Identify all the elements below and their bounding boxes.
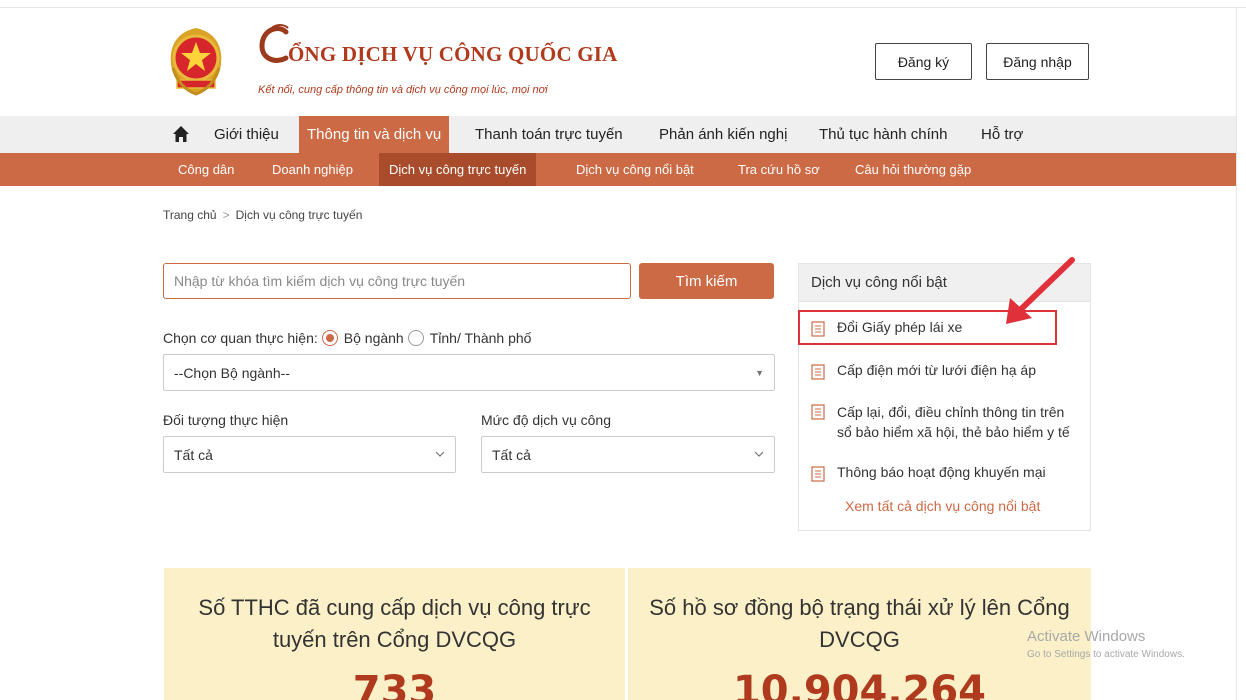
radio-ministry[interactable] xyxy=(321,330,338,346)
level-select-value: Tất cả xyxy=(492,446,531,463)
stat-value: 733 xyxy=(352,668,437,700)
featured-item[interactable]: Thông báo hoạt động khuyến mại xyxy=(811,464,1046,482)
stat-card-procedures: Số TTHC đã cung cấp dịch vụ công trực tu… xyxy=(164,568,625,700)
breadcrumb-separator: > xyxy=(222,208,230,222)
breadcrumb: Trang chủ > Dịch vụ công trực tuyến xyxy=(163,208,362,222)
level-select[interactable]: Tất cả xyxy=(481,436,775,473)
main-nav: Giới thiệu Thông tin và dịch vụ Thanh to… xyxy=(0,116,1236,153)
featured-item[interactable]: Cấp điện mới từ lưới điện hạ áp xyxy=(811,362,1036,380)
document-icon xyxy=(811,404,825,420)
window-top-edge xyxy=(0,0,1246,8)
chevron-down-icon xyxy=(435,451,445,457)
subnav-cong-dan[interactable]: Công dân xyxy=(168,153,244,186)
national-emblem-icon[interactable] xyxy=(163,24,229,100)
window-right-edge xyxy=(1236,8,1237,700)
nav-item-phan-anh-kien-nghi[interactable]: Phản ánh kiến nghị xyxy=(651,116,795,153)
featured-item-label: Thông báo hoạt động khuyến mại xyxy=(837,464,1046,480)
arrow-annotation-icon xyxy=(1006,257,1075,324)
site-slogan: Kết nối, cung cấp thông tin và dịch vụ c… xyxy=(258,84,548,96)
level-label: Mức độ dịch vụ công xyxy=(481,412,611,428)
nav-item-thanh-toan-truc-tuyen[interactable]: Thanh toán trực tuyến xyxy=(467,116,631,153)
chevron-down-icon xyxy=(754,451,764,457)
featured-item-label: Cấp điện mới từ lưới điện hạ áp xyxy=(837,362,1036,378)
agency-label: Chọn cơ quan thực hiện: xyxy=(163,330,318,346)
nav-item-gioi-thieu[interactable]: Giới thiệu xyxy=(206,116,287,153)
nav-item-thong-tin-va-dich-vu[interactable]: Thông tin và dịch vụ xyxy=(299,116,450,153)
target-select-value: Tất cả xyxy=(174,446,213,463)
caret-down-icon: ▼ xyxy=(755,368,764,378)
register-button[interactable]: Đăng ký xyxy=(875,43,972,80)
agency-selector: Chọn cơ quan thực hiện: Bộ ngành Tỉnh/ T… xyxy=(163,330,531,346)
nav-item-thu-tuc-hanh-chinh[interactable]: Thủ tục hành chính xyxy=(811,116,955,153)
subnav-dich-vu-cong-noi-bat[interactable]: Dịch vụ công nổi bật xyxy=(566,153,704,186)
windows-activation-watermark: Activate Windows Go to Settings to activ… xyxy=(1027,628,1185,660)
subnav-doanh-nghiep[interactable]: Doanh nghiệp xyxy=(262,153,363,186)
document-icon xyxy=(811,466,825,482)
search-button[interactable]: Tìm kiếm xyxy=(639,263,774,299)
watermark-line2: Go to Settings to activate Windows. xyxy=(1027,649,1185,660)
stat-label: Số TTHC đã cung cấp dịch vụ công trực tu… xyxy=(198,595,591,652)
featured-item-label: Cấp lại, đổi, điều chỉnh thông tin trên … xyxy=(837,404,1070,440)
ministry-select[interactable]: --Chọn Bộ ngành-- ▼ xyxy=(163,354,775,391)
radio-province-label[interactable]: Tỉnh/ Thành phố xyxy=(430,330,532,346)
home-icon[interactable] xyxy=(172,125,190,143)
radio-ministry-label[interactable]: Bộ ngành xyxy=(344,330,404,346)
stat-value: 10.904.264 xyxy=(732,668,987,700)
document-icon xyxy=(811,364,825,380)
search-input[interactable] xyxy=(163,263,631,299)
stat-card-records: Số hồ sơ đồng bộ trạng thái xử lý lên Cổ… xyxy=(628,568,1091,700)
site-title[interactable]: ỔNG DỊCH VỤ CÔNG QUỐC GIA xyxy=(258,42,618,67)
stat-label: Số hồ sơ đồng bộ trạng thái xử lý lên Cổ… xyxy=(649,595,1070,652)
target-label: Đối tượng thực hiện xyxy=(163,412,289,428)
watermark-line1: Activate Windows xyxy=(1027,628,1146,645)
subnav-cau-hoi-thuong-gap[interactable]: Câu hỏi thường gặp xyxy=(845,153,981,186)
login-button[interactable]: Đăng nhập xyxy=(986,43,1089,80)
ministry-select-value: --Chọn Bộ ngành-- xyxy=(174,364,290,381)
radio-province[interactable] xyxy=(407,330,424,346)
subnav-tra-cuu-ho-so[interactable]: Tra cứu hồ sơ xyxy=(728,153,830,186)
featured-item[interactable]: Cấp lại, đổi, điều chỉnh thông tin trên … xyxy=(811,402,1081,442)
breadcrumb-home[interactable]: Trang chủ xyxy=(163,208,217,222)
sub-nav: Công dân Doanh nghiệp Dịch vụ công trực … xyxy=(0,153,1236,186)
view-all-featured-link[interactable]: Xem tất cả dịch vụ công nổi bật xyxy=(845,498,1040,514)
target-select[interactable]: Tất cả xyxy=(163,436,456,473)
nav-item-ho-tro[interactable]: Hỗ trợ xyxy=(973,116,1031,153)
subnav-dich-vu-cong-truc-tuyen[interactable]: Dịch vụ công trực tuyến xyxy=(379,153,537,186)
breadcrumb-current: Dịch vụ công trực tuyến xyxy=(235,208,363,222)
